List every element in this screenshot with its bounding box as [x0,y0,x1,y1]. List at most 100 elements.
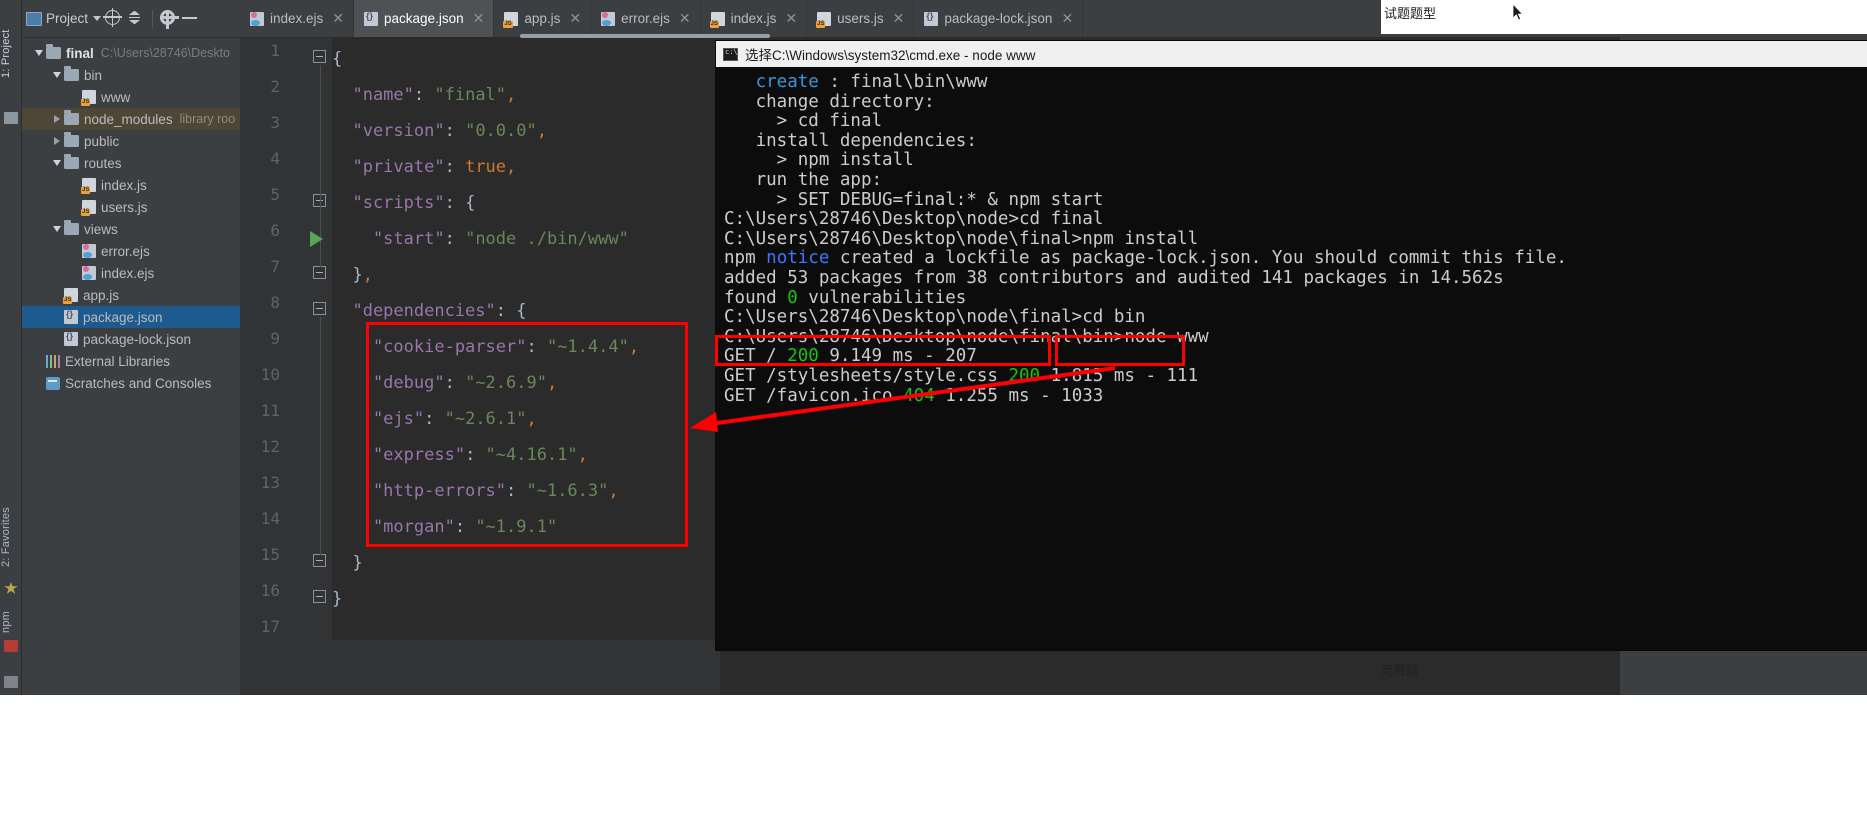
tree-toggle-expanded[interactable] [50,226,64,232]
chevron-down-icon[interactable] [93,16,102,21]
editor-tab-package-lock-json[interactable]: package-lock.json ✕ [914,0,1084,37]
console-token: 0 [787,287,798,308]
code-token: "dependencies" [332,301,496,321]
tree-toggle-expanded[interactable] [50,160,64,166]
project-file-tree[interactable]: final C:\Users\28746\Deskto bin www node_mod… [22,38,240,394]
run-script-icon[interactable] [310,231,323,247]
scroll-from-source-button[interactable] [103,7,123,28]
right-overlay-panel [1381,0,1867,34]
tree-toggle-collapsed[interactable] [50,137,64,145]
editor-horizontal-scrollbar[interactable] [240,34,1620,38]
tree-item-users-js[interactable]: users.js [22,196,240,218]
js-file-icon [81,178,96,194]
tree-item-www[interactable]: www [22,86,240,108]
console-token: npm [724,248,767,269]
code-token: , [362,265,373,285]
collapse-all-button[interactable] [127,10,145,28]
fold-open-icon[interactable] [313,194,329,210]
tree-toggle-expanded[interactable] [32,50,46,56]
close-icon[interactable]: ✕ [569,10,581,27]
console-token: 200 [787,346,819,367]
json-file-icon [64,331,78,346]
tree-item-bin[interactable]: bin [22,64,240,86]
close-icon[interactable]: ✕ [473,10,485,27]
tree-item-final[interactable]: final C:\Users\28746\Deskto [22,42,240,64]
tree-item-routes[interactable]: routes [22,152,240,174]
fold-open-icon[interactable] [313,302,329,318]
editor-tab-index-ejs[interactable]: index.ejs ✕ [240,0,355,37]
tree-item-error-ejs[interactable]: error.ejs [22,240,240,262]
sidebar-tab-project[interactable]: 1: Project [0,6,22,102]
console-line: npm notice created a lockfile as package… [724,249,1867,269]
code-token: : [444,229,455,249]
tab-label: package-lock.json [944,11,1053,26]
code-token: "~2.6.1" [434,409,527,429]
tree-item-package-lock-json[interactable]: package-lock.json [22,328,240,350]
tree-toggle-collapsed[interactable] [50,115,64,123]
console-line: C:\Users\28746\Desktop\node\final\bin>no… [724,327,1867,348]
close-icon[interactable]: ✕ [893,10,905,27]
console-token: install dependencies: [724,130,977,151]
editor-tab-package-json[interactable]: package.json ✕ [354,0,495,37]
fold-close-icon[interactable] [313,554,329,570]
code-token: , [506,157,517,177]
console-line: C:\Users\28746\Desktop\node\final>cd bin [724,307,1867,328]
tree-item-index-ejs[interactable]: index.ejs [22,262,240,284]
tab-label: index.js [730,11,777,26]
tree-item-scratches-and-consoles[interactable]: Scratches and Consoles [22,372,240,394]
console-token: run the app: [724,169,883,190]
close-icon[interactable]: ✕ [1061,10,1073,27]
editor-tab-users-js[interactable]: users.js ✕ [807,0,915,37]
code-token: "node ./bin/www" [454,229,629,249]
toolbar-divider [152,9,154,28]
code-token: : [444,373,455,393]
code-token: : [444,157,455,177]
editor-tab-index-js[interactable]: index.js ✕ [701,0,808,37]
tree-item-label: app.js [83,287,120,303]
editor-tab-error-ejs[interactable]: error.ejs ✕ [591,0,701,37]
fold-guide-line [320,317,321,555]
code-token: } [332,553,363,573]
settings-button[interactable] [160,9,180,29]
code-line: "version": "0.0.0", [332,113,547,149]
tree-item-views[interactable]: views [22,218,240,240]
tree-item-node-modules[interactable]: node_modules library roo [22,108,240,130]
sidebar-tab-favorites[interactable]: 2: Favorites [0,492,22,582]
console-token: 9.149 ms - 207 [818,346,977,367]
close-icon[interactable]: ✕ [785,10,797,27]
tree-item-external-libraries[interactable]: External Libraries [22,350,240,372]
tree-item-index-js[interactable]: index.js [22,174,240,196]
code-line: "http-errors": "~1.6.3", [332,473,619,509]
console-token: > cd final [724,111,883,132]
cmd-icon [723,47,738,61]
folder-icon [46,44,61,59]
json-file-icon [64,309,78,324]
ejs-file-icon [82,266,96,280]
hide-panel-button[interactable] [182,10,200,28]
tab-label: package.json [384,11,464,26]
close-icon[interactable]: ✕ [332,10,344,27]
close-icon[interactable]: ✕ [679,10,691,27]
tree-toggle-expanded[interactable] [50,72,64,78]
console-token: > npm install [724,150,914,171]
code-token: true [454,157,507,177]
editor-tab-app-js[interactable]: app.js ✕ [494,0,592,37]
tree-item-label: Scratches and Consoles [65,375,212,391]
code-token: : { [495,301,527,321]
console-token: found [724,287,788,308]
cmd-console-window[interactable]: 选择C:\Windows\system32\cmd.exe - node www… [716,41,1867,650]
line-number: 12 [260,437,280,456]
line-number: 14 [260,509,280,528]
fold-close-icon[interactable] [313,590,329,606]
console-line: GET /favicon.ico 404 1.255 ms - 1033 [724,386,1867,407]
code-token: "private" [332,157,445,177]
tree-item-app-js[interactable]: app.js [22,284,240,306]
tree-item-public[interactable]: public [22,130,240,152]
code-token: "debug" [332,373,445,393]
fold-open-icon[interactable] [313,50,329,66]
fold-close-icon[interactable] [313,266,329,282]
console-output[interactable]: create : final\bin\www change directory:… [716,67,1867,650]
tree-item-package-json[interactable]: package.json [22,306,240,328]
code-token: "~1.4.4" [536,337,629,357]
project-panel-header: Project [22,0,240,38]
